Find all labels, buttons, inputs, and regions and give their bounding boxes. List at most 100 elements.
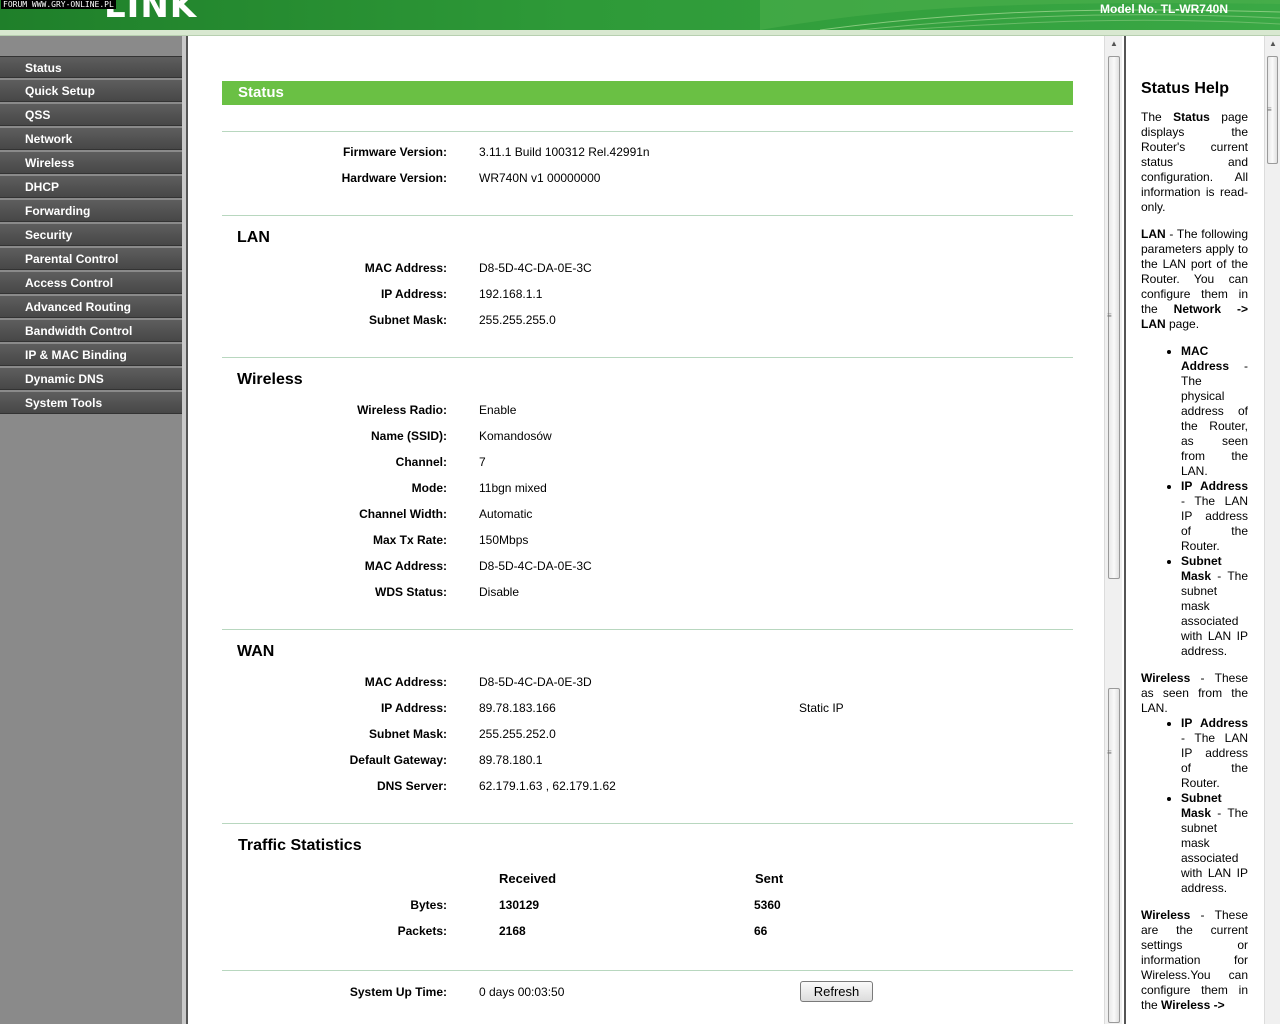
menu-item-dynamic-dns[interactable]: Dynamic DNS: [0, 368, 182, 390]
model-number: Model No. TL-WR740N: [1100, 2, 1228, 16]
lan-mac-label: MAC Address:: [364, 261, 447, 275]
wan-gateway-value: 89.78.180.1: [479, 753, 543, 767]
wireless-ssid-value: Komandosów: [479, 429, 552, 443]
menu-item-wireless[interactable]: Wireless: [0, 152, 182, 174]
brand-logo: LINK: [104, 0, 198, 26]
traffic-packets-received: 2168: [499, 924, 526, 938]
help-lan-list: MAC Address - The physical address of th…: [1181, 344, 1248, 659]
wireless-mode-value: 11bgn mixed: [479, 481, 547, 495]
menu-item-dhcp[interactable]: DHCP: [0, 176, 182, 198]
menu-item-ip-mac-binding[interactable]: IP & MAC Binding: [0, 344, 182, 366]
lan-mask-value: 255.255.255.0: [479, 313, 556, 327]
menu-item-parental-control[interactable]: Parental Control: [0, 248, 182, 270]
wireless-section-title: Wireless: [237, 371, 303, 388]
wireless-rate-label: Max Tx Rate:: [372, 533, 447, 547]
scroll-thumb-lower[interactable]: [1108, 688, 1120, 1023]
traffic-bytes-sent: 5360: [754, 898, 781, 912]
uptime-label: System Up Time:: [349, 985, 447, 999]
wireless-rate-value: 150Mbps: [479, 533, 529, 547]
scroll-grip-icon: ≡: [1267, 105, 1272, 114]
wireless-radio-label: Wireless Radio:: [357, 403, 447, 417]
wireless-channel-value: 7: [479, 455, 486, 469]
wireless-radio-value: Enable: [479, 403, 517, 417]
menu-item-network[interactable]: Network: [0, 128, 182, 150]
traffic-packets-label: Packets:: [397, 924, 447, 938]
menu-item-access-control[interactable]: Access Control: [0, 272, 182, 294]
help-panel: Status Help The Status page displays the…: [1124, 36, 1264, 1024]
wireless-wds-label: WDS Status:: [375, 585, 447, 599]
menu-item-advanced-routing[interactable]: Advanced Routing: [0, 296, 182, 318]
traffic-bytes-received: 130129: [499, 898, 540, 912]
wan-section-title: WAN: [237, 643, 275, 660]
firmware-version-value: 3.11.1 Build 100312 Rel.42991n: [479, 145, 650, 159]
menu-item-status[interactable]: Status: [0, 56, 182, 78]
status-main-frame: Status Firmware Version: 3.11.1 Build 10…: [186, 36, 1104, 1024]
lan-mac-value: D8-5D-4C-DA-0E-3C: [479, 261, 592, 275]
wireless-channel-label: Channel:: [395, 455, 447, 469]
wireless-width-value: Automatic: [479, 507, 533, 521]
scroll-grip-icon: ≡: [1107, 748, 1112, 757]
wan-ip-label: IP Address:: [380, 701, 447, 715]
help-list-item: MAC Address - The physical address of th…: [1181, 344, 1248, 479]
top-banner: LINK FORUM WWW.GRY-ONLINE.PL Model No. T…: [0, 0, 1280, 30]
section-divider: [222, 823, 1073, 824]
menu-item-security[interactable]: Security: [0, 224, 182, 246]
help-list-item: IP Address - The LAN IP address of the R…: [1181, 479, 1248, 554]
section-divider: [222, 215, 1073, 216]
help-wireless-intro: Wireless - These as seen from the LAN.: [1141, 671, 1248, 715]
hardware-version-value: WR740N v1 00000000: [479, 171, 601, 185]
wireless-wds-value: Disable: [479, 585, 520, 599]
lan-section-title: LAN: [237, 229, 270, 246]
wireless-mac-value: D8-5D-4C-DA-0E-3C: [479, 559, 592, 573]
wan-ip-value: 89.78.183.166: [479, 701, 556, 715]
help-wireless-settings: Wireless - These are the current setting…: [1141, 908, 1248, 1012]
scroll-grip-icon: ≡: [1107, 311, 1112, 320]
scroll-up-arrow-icon[interactable]: ▲: [1105, 36, 1123, 52]
section-divider: [222, 131, 1073, 132]
section-divider: [222, 357, 1073, 358]
section-divider: [222, 629, 1073, 630]
page-title: Status: [222, 81, 1073, 105]
wireless-mac-label: MAC Address:: [364, 559, 447, 573]
forum-watermark: FORUM WWW.GRY-ONLINE.PL: [1, 0, 116, 9]
wan-dns-value: 62.179.1.63 , 62.179.1.62: [479, 779, 616, 793]
wan-mask-label: Subnet Mask:: [368, 727, 447, 741]
menu-item-quick-setup[interactable]: Quick Setup: [0, 80, 182, 102]
help-intro: The Status page displays the Router's cu…: [1141, 110, 1249, 214]
help-lan-intro: LAN - The following parameters apply to …: [1141, 227, 1249, 331]
section-divider: [222, 970, 1073, 971]
menu-item-bandwidth-control[interactable]: Bandwidth Control: [0, 320, 182, 342]
hardware-version-label: Hardware Version:: [341, 171, 447, 185]
wan-connection-type: Static IP: [799, 701, 844, 715]
help-wireless-list: IP Address - The LAN IP address of the R…: [1181, 716, 1248, 896]
lan-ip-value: 192.168.1.1: [479, 287, 543, 301]
help-scrollbar[interactable]: ▲ ≡: [1264, 36, 1280, 1024]
menu-item-qss[interactable]: QSS: [0, 104, 182, 126]
menu-item-forwarding[interactable]: Forwarding: [0, 200, 182, 222]
refresh-button[interactable]: Refresh: [800, 981, 873, 1002]
lan-ip-label: IP Address:: [380, 287, 447, 301]
wan-mac-value: D8-5D-4C-DA-0E-3D: [479, 675, 592, 689]
traffic-packets-sent: 66: [754, 924, 768, 938]
scroll-up-arrow-icon[interactable]: ▲: [1265, 36, 1280, 52]
lan-mask-label: Subnet Mask:: [368, 313, 447, 327]
traffic-bytes-label: Bytes:: [410, 898, 447, 912]
help-list-item: Subnet Mask - The subnet mask associated…: [1181, 554, 1248, 659]
menu-item-system-tools[interactable]: System Tools: [0, 392, 182, 414]
main-scrollbar[interactable]: ▲ ≡ ≡: [1104, 36, 1122, 1024]
wan-mask-value: 255.255.252.0: [479, 727, 556, 741]
help-list-item: Subnet Mask - The subnet mask associated…: [1181, 791, 1248, 896]
traffic-sent-header: Sent: [755, 871, 784, 886]
wan-gateway-label: Default Gateway:: [349, 753, 447, 767]
uptime-value: 0 days 00:03:50: [479, 985, 565, 999]
help-list-item: IP Address - The LAN IP address of the R…: [1181, 716, 1248, 791]
left-nav-menu: Status Quick Setup QSS Network Wireless …: [0, 36, 186, 1024]
wireless-width-label: Channel Width:: [359, 507, 447, 521]
wireless-mode-label: Mode:: [411, 481, 447, 495]
help-title: Status Help: [1141, 80, 1230, 97]
traffic-section-title: Traffic Statistics: [238, 837, 362, 854]
traffic-received-header: Received: [499, 871, 557, 886]
wan-dns-label: DNS Server:: [376, 779, 447, 793]
wireless-ssid-label: Name (SSID):: [370, 429, 447, 443]
firmware-version-label: Firmware Version:: [342, 145, 447, 159]
